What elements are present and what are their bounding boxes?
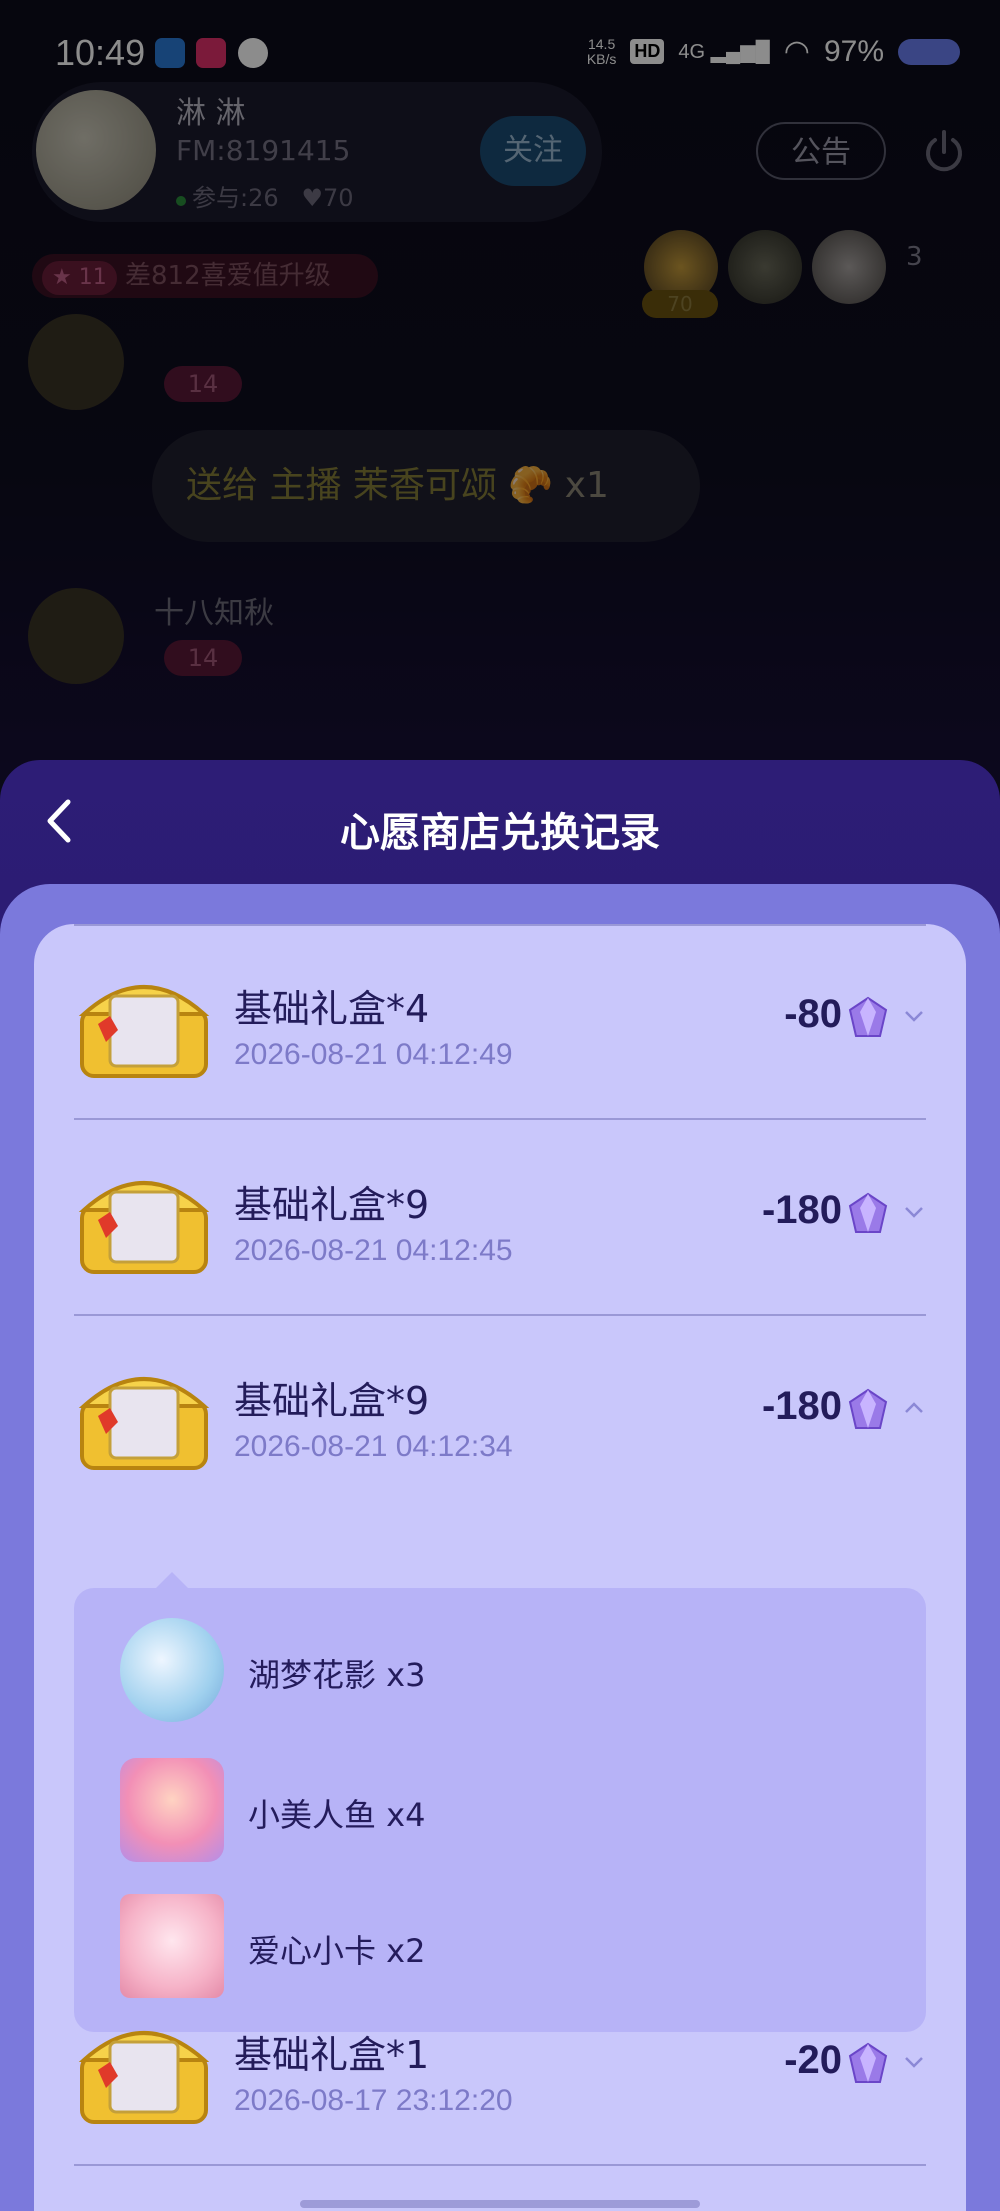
record-row[interactable]: 基础礼盒*4 2026-08-21 04:12:49 -80: [74, 926, 926, 1120]
home-indicator[interactable]: [300, 2200, 700, 2208]
gift-item-name: 湖梦花影 x3: [248, 1656, 426, 1694]
modal-overlay[interactable]: [0, 0, 1000, 780]
gift-mermaid-image: [120, 1758, 224, 1862]
record-date: 2026-08-17 23:12:20: [234, 2084, 513, 2117]
crystal-gem-icon: [848, 1192, 888, 1233]
record-amount: -180: [761, 1188, 842, 1232]
record-title: 基础礼盒*9: [234, 1183, 430, 1227]
divider: [74, 2164, 926, 2166]
record-title: 基础礼盒*9: [234, 1379, 430, 1423]
treasure-chest-icon: [78, 2031, 210, 2124]
detail-pointer: [156, 1572, 188, 1588]
records-panel: 基础礼盒*4 2026-08-21 04:12:49 -80 基础礼盒*9 20…: [0, 884, 1000, 2211]
chevron-down-icon[interactable]: [902, 2052, 926, 2072]
divider: [74, 1118, 926, 1120]
record-amount: -20: [784, 2038, 842, 2082]
records-list[interactable]: 基础礼盒*4 2026-08-21 04:12:49 -80 基础礼盒*9 20…: [34, 924, 966, 2211]
gift-item-name: 小美人鱼 x4: [248, 1796, 426, 1834]
crystal-gem-icon: [848, 996, 888, 1037]
crystal-gem-icon: [848, 1388, 888, 1429]
sheet-title: 心愿商店兑换记录: [340, 810, 660, 856]
record-title: 基础礼盒*1: [234, 2033, 430, 2077]
gift-flower-image: [120, 1618, 224, 1722]
gift-item: 小美人鱼 x4: [120, 1758, 820, 1868]
record-date: 2026-08-21 04:12:45: [234, 1234, 513, 1267]
exchange-record-sheet: 心愿商店兑换记录 基础礼盒*4 2026-08-21 04:12:49 -80: [0, 760, 1000, 2211]
record-amount: -80: [784, 992, 842, 1036]
chevron-down-icon[interactable]: [902, 1006, 926, 1026]
chevron-down-icon[interactable]: [902, 1202, 926, 1222]
treasure-chest-icon: [78, 985, 210, 1078]
record-row[interactable]: 基础礼盒*1 2026-08-17 23:12:20 -20: [74, 1972, 926, 2166]
divider: [74, 1314, 926, 1316]
record-detail-panel: 湖梦花影 x3 小美人鱼 x4 爱心小卡 x2: [74, 1572, 926, 2032]
treasure-chest-icon: [78, 1377, 210, 1470]
crystal-gem-icon: [848, 2042, 888, 2083]
gift-item-name: 爱心小卡 x2: [248, 1932, 426, 1970]
record-row-expanded[interactable]: 基础礼盒*9 2026-08-21 04:12:34 -180: [74, 1318, 926, 1538]
gift-item: 湖梦花影 x3: [120, 1618, 820, 1728]
record-date: 2026-08-21 04:12:34: [234, 1430, 513, 1463]
record-amount: -180: [761, 1384, 842, 1428]
record-row[interactable]: 基础礼盒*9 2026-08-21 04:12:45 -180: [74, 1122, 926, 1316]
record-title: 基础礼盒*4: [234, 987, 430, 1031]
record-date: 2026-08-21 04:12:49: [234, 1038, 513, 1071]
chevron-up-icon[interactable]: [902, 1398, 926, 1418]
treasure-chest-icon: [78, 1181, 210, 1274]
